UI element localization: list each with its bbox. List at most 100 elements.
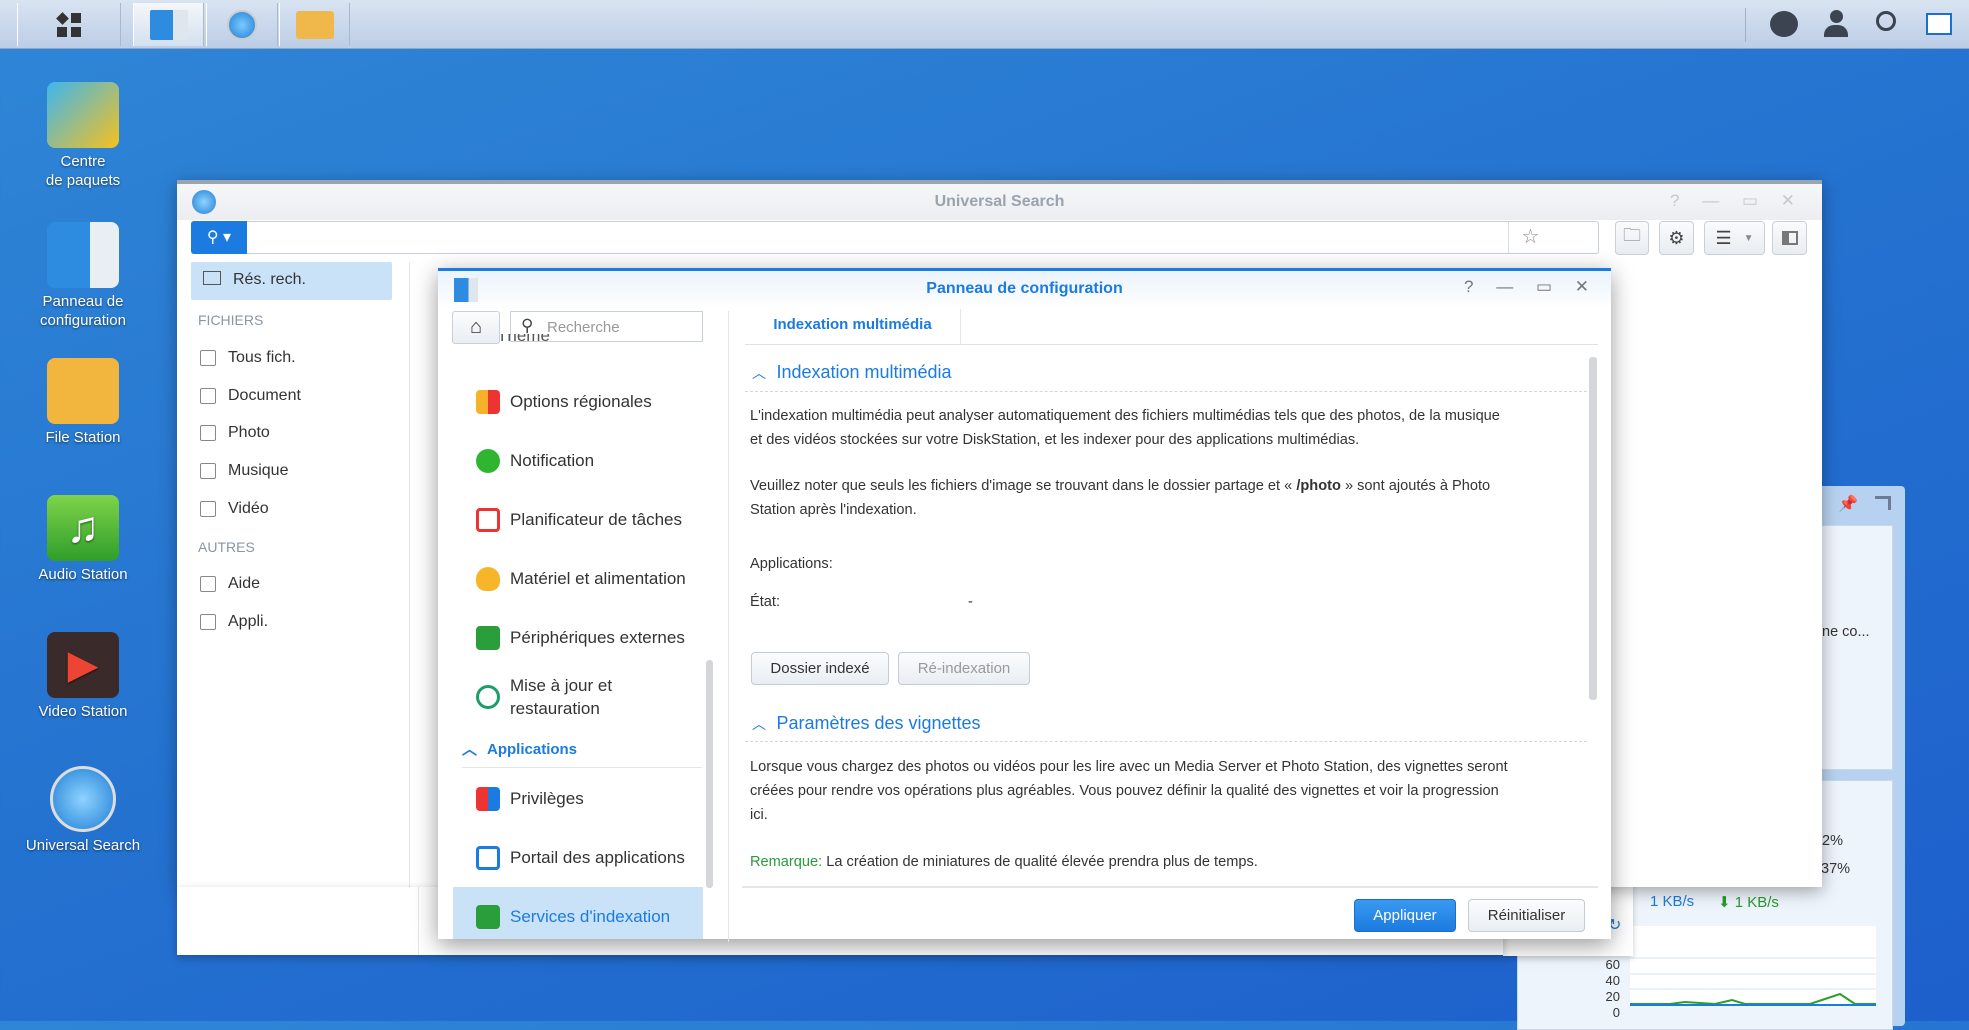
settings-button[interactable]: ⚙ [1659, 221, 1694, 255]
window-controls[interactable]: ? — ▭ ✕ [1670, 191, 1795, 211]
photo-note: Veuillez noter que seuls les fichiers d'… [750, 478, 1491, 518]
chart-y-ticks: 60 40 20 0 [1605, 957, 1620, 1020]
content-scrollbar[interactable] [1589, 357, 1597, 700]
close-button[interactable]: ✕ [1575, 277, 1589, 296]
section-multimedia-indexing-header[interactable]: ︿ Indexation multimédia [752, 362, 952, 383]
thumbnail-description: Lorsque vous chargez des photos ou vidéo… [750, 759, 1508, 823]
desktop-icon-universal-search[interactable]: Universal Search [8, 766, 158, 855]
nav-scrollbar[interactable] [706, 660, 713, 888]
close-button[interactable]: ✕ [1781, 191, 1795, 210]
calendar-check-icon [476, 508, 500, 532]
desktop-icon-file-station[interactable]: File Station [8, 358, 158, 447]
reset-button[interactable]: Réinitialiser [1468, 899, 1585, 932]
nav-item-external-devices[interactable]: Périphériques externes [476, 626, 685, 650]
lightbulb-icon [476, 567, 500, 591]
universal-search-icon [227, 9, 257, 40]
taskbar-universal-search[interactable] [206, 3, 278, 46]
control-panel-icon [149, 9, 188, 40]
minimize-button[interactable]: — [1702, 191, 1719, 210]
star-icon[interactable]: ☆ [1508, 222, 1552, 253]
sidebar-item-results[interactable]: Rés. rech. [191, 262, 392, 300]
document-icon [200, 388, 216, 404]
search-icon: ⚲ [521, 316, 534, 335]
photo-icon [200, 425, 216, 441]
nav-item-update-restore[interactable]: Mise à jour et restauration [476, 674, 612, 720]
pin-icon[interactable]: 📌 [1838, 494, 1858, 514]
home-button[interactable]: ⌂ [452, 311, 500, 344]
nav-item-task-scheduler[interactable]: Planificateur de tâches [476, 508, 682, 532]
help-button[interactable]: ? [1464, 277, 1473, 296]
apps-icon [200, 614, 216, 630]
magnifier-icon [50, 766, 116, 832]
chat-icon[interactable] [1770, 11, 1798, 37]
download-rate: ⬇ 1 KB/s [1718, 894, 1779, 911]
desktop-icon-video-station[interactable]: ▶ Video Station [8, 632, 158, 721]
network-chart [1630, 926, 1876, 1006]
file-station-icon [295, 10, 334, 39]
desktop-icon-package-center[interactable]: Centre de paquets [8, 82, 158, 190]
user-icon[interactable] [1824, 10, 1848, 38]
state-value: - [968, 594, 973, 610]
widget-menu-icon[interactable] [1875, 496, 1891, 510]
sidebar-item-video[interactable]: Vidéo [200, 500, 269, 518]
nav-item-privileges[interactable]: Privilèges [476, 787, 584, 811]
music-icon [200, 463, 216, 479]
help-button[interactable]: ? [1670, 191, 1679, 210]
music-note-icon: ♫ [47, 495, 119, 561]
search-type-dropdown[interactable]: ⚲ ▾ [191, 221, 247, 254]
save-search-button[interactable]: 🗀 [1615, 221, 1649, 255]
maximize-button[interactable]: ▭ [1742, 191, 1758, 210]
folder-star-icon: 🗀 [1623, 225, 1641, 245]
taskbar-file-station[interactable] [279, 3, 350, 46]
notification-icon [476, 449, 500, 473]
control-panel-window: Panneau de configuration ? — ▭ ✕ ⌂ ⚲ Rec… [438, 268, 1611, 942]
search-input[interactable]: ⚲ ▾ ☆ [191, 221, 1599, 254]
all-files-icon [200, 350, 216, 366]
gear-icon: ⚙ [1668, 227, 1685, 248]
apply-button[interactable]: Appliquer [1354, 899, 1456, 932]
window-controls[interactable]: ? — ▭ ✕ [1464, 277, 1589, 297]
minimize-button[interactable]: — [1496, 277, 1513, 296]
main-menu-button[interactable] [17, 3, 121, 46]
widgets-icon[interactable] [1926, 13, 1952, 35]
toggle-panel-button[interactable] [1772, 221, 1807, 255]
portal-icon [476, 846, 500, 870]
nav-item-application-portal[interactable]: Portail des applications [476, 846, 685, 870]
maximize-button[interactable]: ▭ [1536, 277, 1552, 296]
sidebar-item-document[interactable]: Document [200, 387, 301, 405]
sidebar-item-music[interactable]: Musique [200, 462, 288, 480]
section-thumbnail-settings-header[interactable]: ︿ Paramètres des vignettes [752, 713, 981, 734]
folder-icon [47, 358, 119, 424]
package-icon [47, 82, 119, 148]
search-icon[interactable] [1876, 11, 1896, 31]
nav-item-notification[interactable]: Notification [476, 449, 594, 473]
nav-item-regional-options[interactable]: Options régionales [476, 390, 652, 414]
sidebar-item-help[interactable]: Aide [200, 575, 260, 593]
indexed-folder-button[interactable]: Dossier indexé [751, 652, 889, 685]
sidebar-item-all-files[interactable]: Tous fich. [200, 349, 296, 367]
nav-item-hardware-power[interactable]: Matériel et alimentation [476, 567, 686, 591]
monitor-icon [203, 271, 221, 285]
taskbar-control-panel[interactable] [133, 3, 204, 46]
title-bar: Panneau de configuration ? — ▭ ✕ [438, 271, 1611, 309]
list-icon: ☰ [1715, 227, 1732, 248]
sidebar-item-apps[interactable]: Appli. [200, 613, 268, 631]
sidebar-item-photo[interactable]: Photo [200, 424, 270, 442]
nav-item-indexing-service[interactable]: Services d'indexation [476, 905, 670, 929]
sync-icon [476, 685, 500, 709]
panel-icon [1781, 231, 1798, 245]
reindex-button[interactable]: Ré-indexation [898, 652, 1030, 685]
view-menu-button[interactable]: ☰ ▼ [1704, 221, 1765, 255]
nav-group-applications[interactable]: ︿ Applications [462, 738, 702, 768]
external-device-icon [476, 626, 500, 650]
chevron-up-icon: ︿ [752, 716, 766, 732]
title-bar: Universal Search ? — ▭ ✕ [177, 180, 1822, 220]
indexing-icon [476, 905, 500, 929]
taskbar [0, 0, 1969, 49]
tab-multimedia-indexing[interactable]: Indexation multimédia [745, 309, 961, 345]
help-icon [200, 576, 216, 592]
play-icon: ▶ [47, 632, 119, 698]
desktop-icon-control-panel[interactable]: Panneau de configuration [8, 222, 158, 330]
video-icon [200, 501, 216, 517]
desktop-icon-audio-station[interactable]: ♫ Audio Station [8, 495, 158, 584]
